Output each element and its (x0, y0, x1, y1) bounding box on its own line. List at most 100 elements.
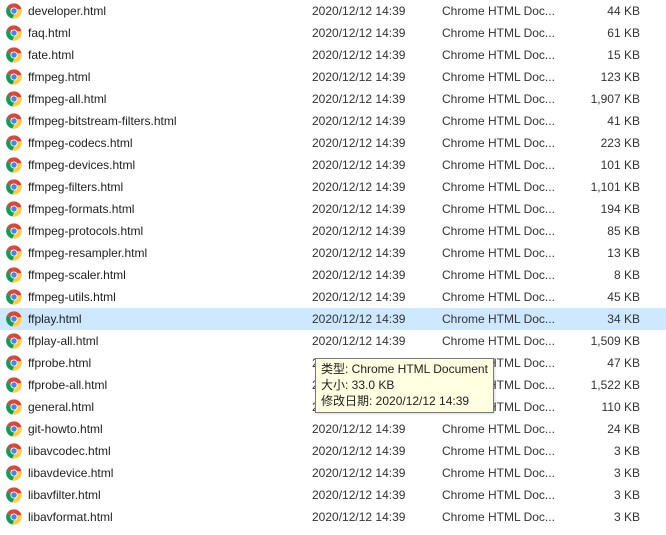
file-row[interactable]: ffmpeg-codecs.html2020/12/12 14:39Chrome… (0, 132, 666, 154)
file-name: ffprobe-all.html (28, 378, 312, 392)
file-type: Chrome HTML Doc... (442, 510, 572, 524)
chrome-icon (6, 135, 22, 151)
file-row[interactable]: faq.html2020/12/12 14:39Chrome HTML Doc.… (0, 22, 666, 44)
file-date: 2020/12/12 14:39 (312, 444, 442, 458)
file-row[interactable]: ffplay.html2020/12/12 14:39Chrome HTML D… (0, 308, 666, 330)
file-date: 2020/12/12 14:39 (312, 268, 442, 282)
chrome-file-icon (6, 3, 22, 19)
file-name: libavdevice.html (28, 466, 312, 480)
file-row[interactable]: ffmpeg-scaler.html2020/12/12 14:39Chrome… (0, 264, 666, 286)
file-date: 2020/12/12 14:39 (312, 114, 442, 128)
chrome-file-icon (6, 245, 22, 261)
chrome-icon (6, 113, 22, 129)
chrome-file-icon (6, 135, 22, 151)
file-row[interactable]: ffmpeg-protocols.html2020/12/12 14:39Chr… (0, 220, 666, 242)
file-row[interactable]: fate.html2020/12/12 14:39Chrome HTML Doc… (0, 44, 666, 66)
file-type: Chrome HTML Doc... (442, 92, 572, 106)
chrome-icon (6, 421, 22, 437)
chrome-file-icon (6, 443, 22, 459)
file-size: 85 KB (572, 224, 650, 238)
file-row[interactable]: ffplay-all.html2020/12/12 14:39Chrome HT… (0, 330, 666, 352)
file-name: ffmpeg-codecs.html (28, 136, 312, 150)
file-name: ffplay.html (28, 312, 312, 326)
tooltip-date: 修改日期: 2020/12/12 14:39 (321, 393, 488, 409)
file-row[interactable]: libavfilter.html2020/12/12 14:39Chrome H… (0, 484, 666, 506)
chrome-file-icon (6, 465, 22, 481)
file-size: 1,522 KB (572, 378, 650, 392)
chrome-file-icon (6, 333, 22, 349)
file-name: fate.html (28, 48, 312, 62)
file-date: 2020/12/12 14:39 (312, 26, 442, 40)
file-name: libavformat.html (28, 510, 312, 524)
chrome-file-icon (6, 47, 22, 63)
file-type: Chrome HTML Doc... (442, 158, 572, 172)
file-date: 2020/12/12 14:39 (312, 92, 442, 106)
file-row[interactable]: git-howto.html2020/12/12 14:39Chrome HTM… (0, 418, 666, 440)
file-type: Chrome HTML Doc... (442, 268, 572, 282)
file-date: 2020/12/12 14:39 (312, 290, 442, 304)
file-type: Chrome HTML Doc... (442, 488, 572, 502)
file-row[interactable]: ffmpeg-formats.html2020/12/12 14:39Chrom… (0, 198, 666, 220)
file-date: 2020/12/12 14:39 (312, 202, 442, 216)
file-name: ffmpeg-filters.html (28, 180, 312, 194)
chrome-file-icon (6, 179, 22, 195)
chrome-file-icon (6, 509, 22, 525)
file-row[interactable]: libavcodec.html2020/12/12 14:39Chrome HT… (0, 440, 666, 462)
file-size: 44 KB (572, 4, 650, 18)
chrome-icon (6, 289, 22, 305)
file-date: 2020/12/12 14:39 (312, 48, 442, 62)
file-date: 2020/12/12 14:39 (312, 158, 442, 172)
file-size: 223 KB (572, 136, 650, 150)
file-date: 2020/12/12 14:39 (312, 312, 442, 326)
chrome-file-icon (6, 91, 22, 107)
file-type: Chrome HTML Doc... (442, 334, 572, 348)
file-name: ffmpeg-protocols.html (28, 224, 312, 238)
chrome-icon (6, 201, 22, 217)
file-date: 2020/12/12 14:39 (312, 180, 442, 194)
chrome-icon (6, 91, 22, 107)
chrome-file-icon (6, 355, 22, 371)
chrome-file-icon (6, 421, 22, 437)
chrome-icon (6, 267, 22, 283)
chrome-file-icon (6, 157, 22, 173)
file-date: 2020/12/12 14:39 (312, 422, 442, 436)
file-row[interactable]: libavformat.html2020/12/12 14:39Chrome H… (0, 506, 666, 528)
file-type: Chrome HTML Doc... (442, 4, 572, 18)
file-row[interactable]: ffmpeg.html2020/12/12 14:39Chrome HTML D… (0, 66, 666, 88)
chrome-icon (6, 443, 22, 459)
file-date: 2020/12/12 14:39 (312, 488, 442, 502)
chrome-file-icon (6, 399, 22, 415)
file-size: 61 KB (572, 26, 650, 40)
file-name: ffprobe.html (28, 356, 312, 370)
chrome-icon (6, 509, 22, 525)
file-row[interactable]: developer.html2020/12/12 14:39Chrome HTM… (0, 0, 666, 22)
chrome-file-icon (6, 223, 22, 239)
file-name: ffmpeg-all.html (28, 92, 312, 106)
chrome-icon (6, 47, 22, 63)
file-size: 1,101 KB (572, 180, 650, 194)
file-row[interactable]: ffmpeg-all.html2020/12/12 14:39Chrome HT… (0, 88, 666, 110)
file-date: 2020/12/12 14:39 (312, 466, 442, 480)
file-type: Chrome HTML Doc... (442, 26, 572, 40)
file-type: Chrome HTML Doc... (442, 466, 572, 480)
file-row[interactable]: ffmpeg-bitstream-filters.html2020/12/12 … (0, 110, 666, 132)
chrome-icon (6, 69, 22, 85)
chrome-icon (6, 355, 22, 371)
chrome-icon (6, 157, 22, 173)
file-name: git-howto.html (28, 422, 312, 436)
file-date: 2020/12/12 14:39 (312, 510, 442, 524)
tooltip-size: 大小: 33.0 KB (321, 377, 488, 393)
file-size: 13 KB (572, 246, 650, 260)
file-size: 3 KB (572, 510, 650, 524)
file-name: ffmpeg-bitstream-filters.html (28, 114, 312, 128)
file-name: ffmpeg.html (28, 70, 312, 84)
file-row[interactable]: ffmpeg-utils.html2020/12/12 14:39Chrome … (0, 286, 666, 308)
file-row[interactable]: ffmpeg-filters.html2020/12/12 14:39Chrom… (0, 176, 666, 198)
file-size: 8 KB (572, 268, 650, 282)
file-row[interactable]: libavdevice.html2020/12/12 14:39Chrome H… (0, 462, 666, 484)
file-row[interactable]: ffmpeg-resampler.html2020/12/12 14:39Chr… (0, 242, 666, 264)
chrome-icon (6, 487, 22, 503)
file-name: libavcodec.html (28, 444, 312, 458)
file-list[interactable]: developer.html2020/12/12 14:39Chrome HTM… (0, 0, 666, 528)
file-row[interactable]: ffmpeg-devices.html2020/12/12 14:39Chrom… (0, 154, 666, 176)
